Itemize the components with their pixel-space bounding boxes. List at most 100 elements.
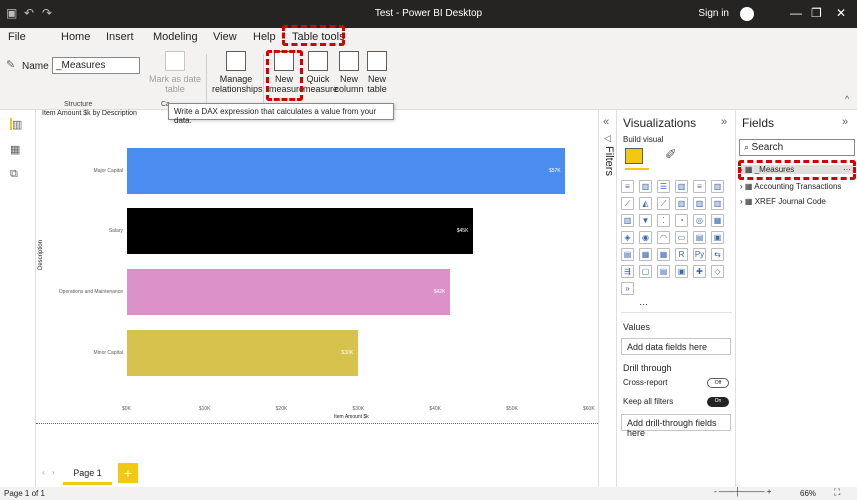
visual-type-icon[interactable]: ▥ [711,197,724,210]
fit-page-icon[interactable]: ⛶ [834,487,840,498]
field-table-xref[interactable]: › ▦ XREF Journal Code [740,197,826,206]
data-label: $57K [548,168,561,174]
zoom-slider[interactable]: - ——┼——— + [714,487,771,496]
visual-type-icon[interactable]: R [675,248,688,261]
visual-type-icon[interactable]: ▣ [675,265,688,278]
visual-type-icon[interactable]: ⁚ [657,214,670,227]
drill-through-well[interactable]: Add drill-through fields here [621,414,731,438]
tab-page-1[interactable]: Page 1 [63,463,112,485]
visual-type-icon[interactable]: ▤ [693,231,706,244]
canvas-divider [36,423,598,424]
keep-filters-toggle[interactable]: On [707,397,729,407]
visual-type-icon[interactable]: ◎ [693,214,706,227]
data-view-icon[interactable]: ▦ [10,143,24,156]
visual-type-icon[interactable]: ▣ [711,231,724,244]
minimize-icon[interactable]: — [790,6,802,20]
report-canvas: Item Amount $k by Description Descriptio… [36,110,598,460]
new-column-label: New column [334,74,364,94]
visual-type-icon[interactable]: Py [693,248,706,261]
ribbon: ✎ Name _Measures Structure Ca Mark as da… [0,48,857,110]
search-icon: ⌕ [744,142,752,152]
values-well[interactable]: Add data fields here [621,338,731,355]
ribbon-divider [263,54,264,108]
menu-modeling[interactable]: Modeling [153,31,198,43]
menu-insert[interactable]: Insert [106,31,134,43]
visual-type-icon[interactable]: ⇶ [621,265,634,278]
visual-type-icon[interactable]: ▢ [639,265,652,278]
menu-home[interactable]: Home [61,31,90,43]
page-status: Page 1 of 1 [4,489,45,498]
expand-filters-icon[interactable]: « [603,116,609,128]
visual-type-icon[interactable]: ◇ [711,265,724,278]
data-label: $45K [456,228,469,234]
menu-bar: File Home Insert Modeling View Help Tabl… [0,25,857,48]
build-visual-icon[interactable] [625,148,643,164]
visual-type-icon[interactable]: ▦ [639,248,652,261]
visual-type-icon[interactable]: ▭ [675,231,688,244]
filters-pane: « ◁ Filters [598,110,616,487]
new-column-button[interactable]: New column [333,51,365,94]
x-tick-label: $40K [429,406,442,412]
restore-icon[interactable]: ❐ [811,6,822,20]
quick-measure-button[interactable]: Quick measure [303,51,338,94]
visual-type-icon[interactable]: ▥ [693,197,706,210]
cross-report-toggle[interactable]: Off [707,378,729,388]
visual-type-icon[interactable]: ≡ [621,180,634,193]
visual-type-icon[interactable]: ⟋ [621,197,634,210]
visual-type-icon[interactable]: ▥ [711,180,724,193]
visual-type-icon[interactable]: » [621,282,634,295]
mark-as-date-table-button[interactable]: Mark as date table [148,51,202,94]
bar[interactable] [127,148,565,194]
visual-type-icon[interactable]: ▥ [675,180,688,193]
visual-type-icon[interactable]: ◉ [639,231,652,244]
x-axis-label: Item Amount $k [334,414,369,420]
filters-label[interactable]: Filters [603,146,615,176]
bar[interactable] [127,269,450,315]
more-visuals-icon[interactable]: ··· [639,299,648,309]
add-page-button[interactable]: + [118,463,138,483]
collapse-viz-icon[interactable]: » [721,116,727,128]
visual-type-icon[interactable]: ◭ [639,197,652,210]
prev-page-icon[interactable]: ‹ [42,468,45,477]
sign-in-link[interactable]: Sign in [698,8,729,19]
visual-type-icon[interactable]: ▦ [711,214,724,227]
model-view-icon[interactable]: ⧉ [10,168,24,180]
visual-type-icon[interactable]: ⟋ [657,197,670,210]
visual-type-icon[interactable]: ⇆ [711,248,724,261]
collapse-fields-icon[interactable]: » [842,116,848,128]
report-view-icon[interactable]: ▥ [10,118,24,131]
visual-type-icon[interactable]: ◔ [675,214,688,227]
menu-view[interactable]: View [213,31,237,43]
menu-file[interactable]: File [8,31,26,43]
visual-type-icon[interactable]: ▤ [621,248,634,261]
visual-type-icon[interactable]: ▥ [639,180,652,193]
manage-relationships-button[interactable]: Manage relationships [212,51,263,94]
category-label: Operations and Maintenance [58,289,123,295]
name-input[interactable]: _Measures [52,57,140,74]
fields-title: Fields [742,116,775,130]
search-placeholder: Search [751,142,784,153]
visual-type-icon[interactable]: ≡ [693,180,706,193]
next-page-icon[interactable]: › [52,468,55,477]
visual-type-icon[interactable]: ◠ [657,231,670,244]
visual-type-icon[interactable]: ☰ [657,180,670,193]
visual-type-icon[interactable]: ▥ [621,214,634,227]
visual-type-icon[interactable]: ▦ [657,248,670,261]
close-icon[interactable]: ✕ [836,6,846,20]
avatar[interactable] [740,7,754,21]
visual-type-icon[interactable]: ▤ [657,265,670,278]
visual-type-icon[interactable]: ✚ [693,265,706,278]
visual-type-icon[interactable]: ◈ [621,231,634,244]
format-visual-icon[interactable]: ✐ [665,146,677,163]
collapse-ribbon-icon[interactable]: ^ [845,94,849,104]
fields-search-input[interactable]: ⌕ Search [739,139,855,156]
bar[interactable] [127,208,473,254]
menu-help[interactable]: Help [253,31,276,43]
calendar-table-icon [165,51,185,71]
bar[interactable] [127,330,358,376]
new-table-button[interactable]: New table [366,51,388,94]
visual-type-icon[interactable]: ▼ [639,214,652,227]
field-table-accounting[interactable]: › ▦ Accounting Transactions [740,182,841,191]
category-label: Minor Capital [93,350,123,356]
visual-type-icon[interactable]: ▥ [675,197,688,210]
